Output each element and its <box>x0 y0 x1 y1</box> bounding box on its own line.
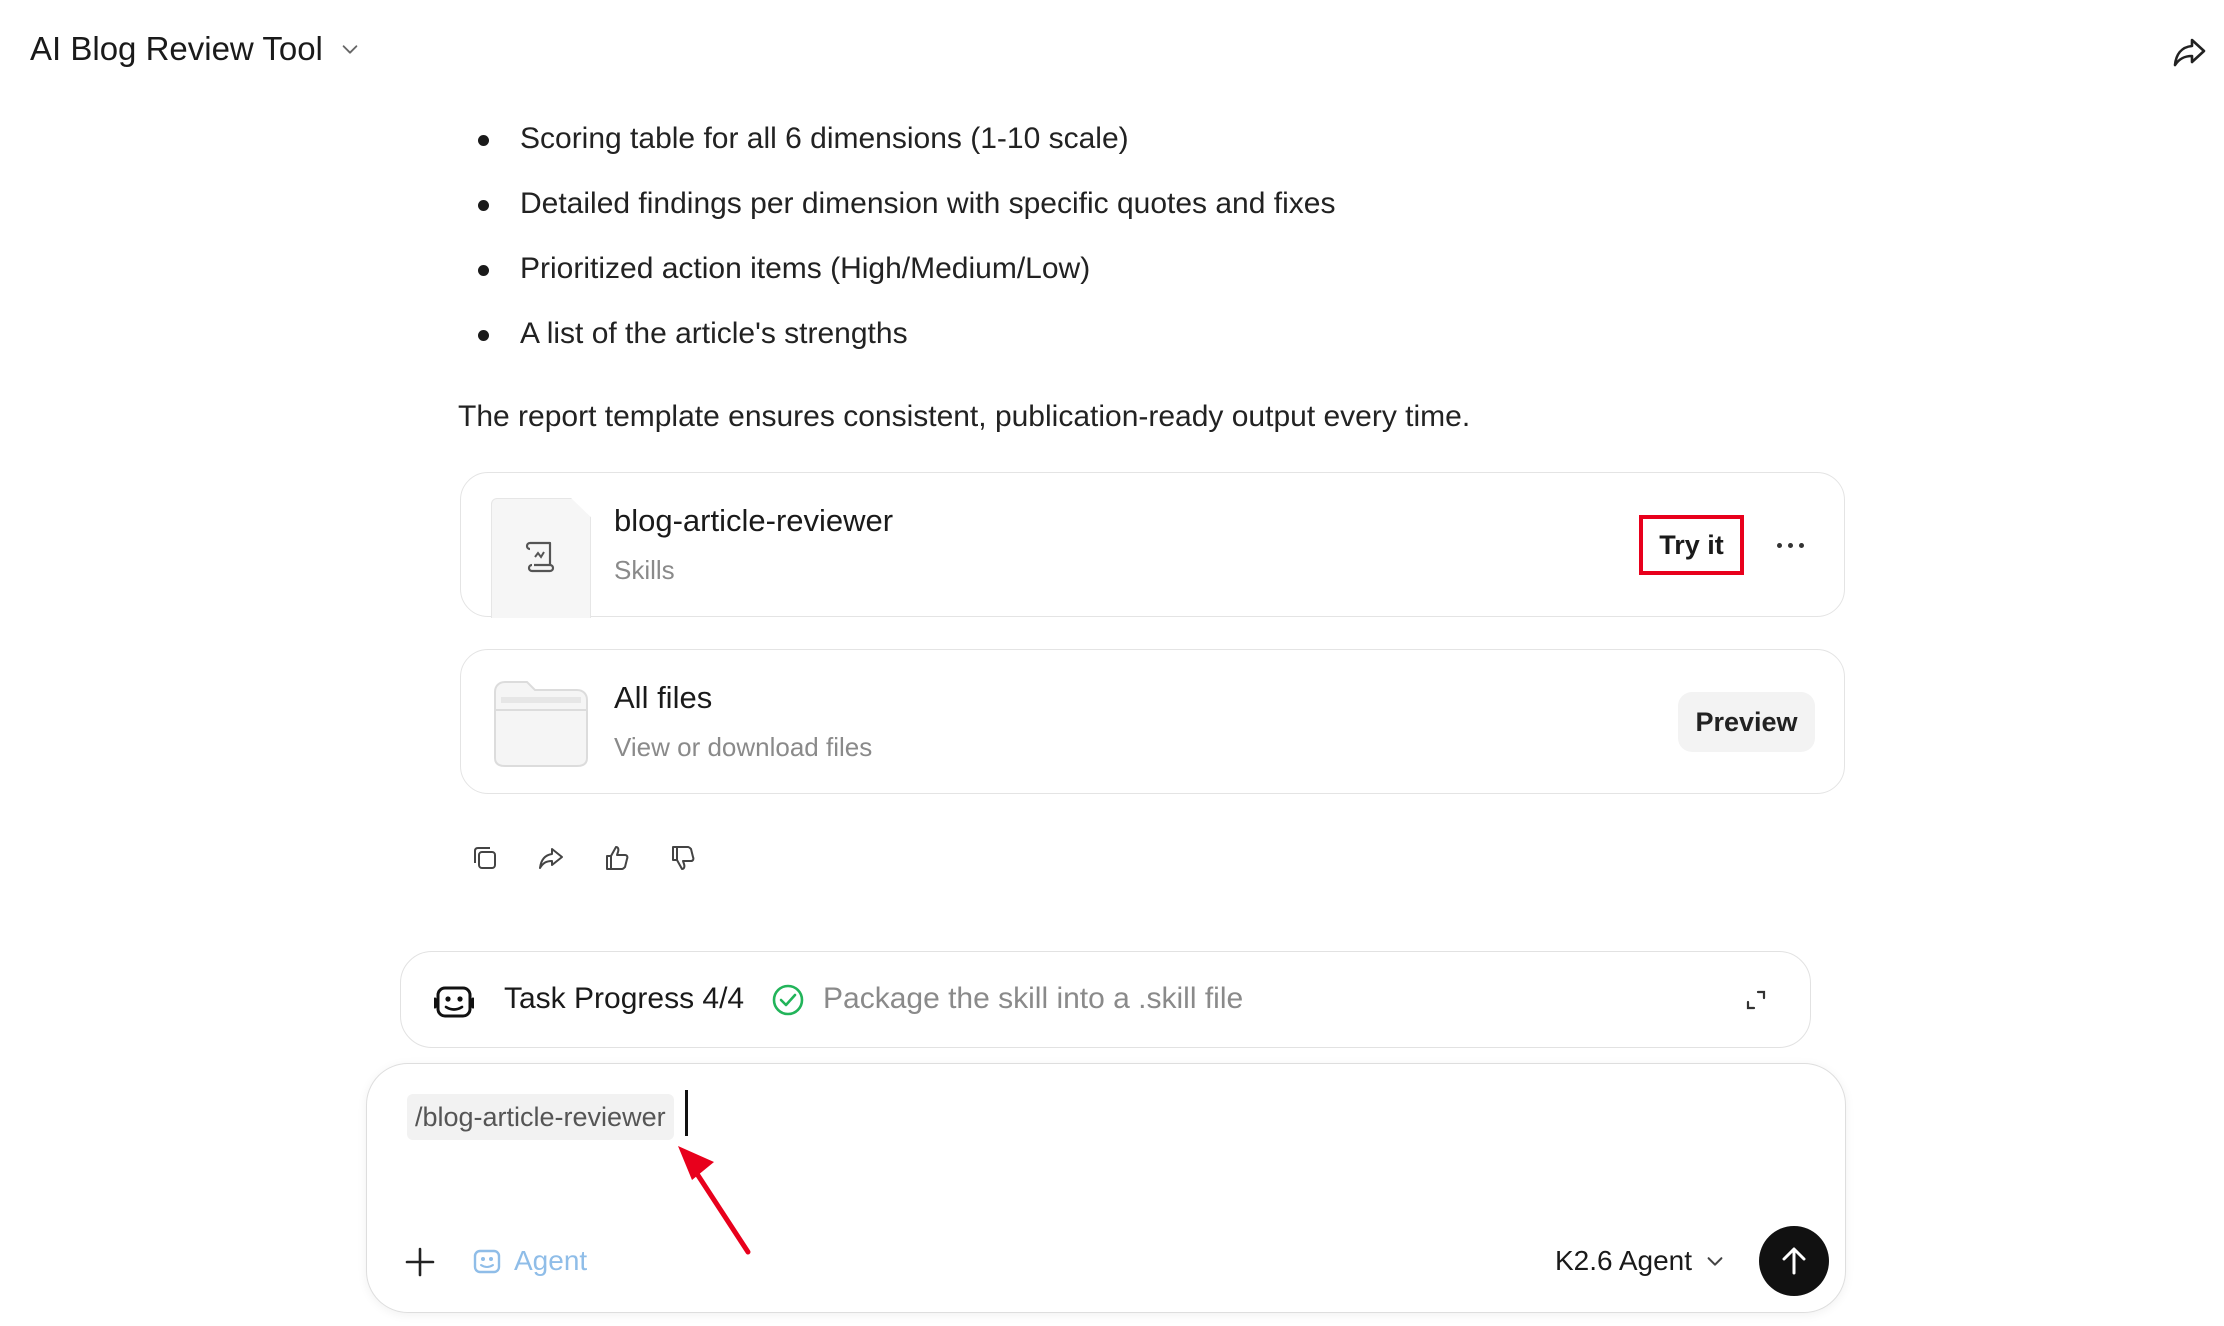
more-options-icon[interactable] <box>1766 527 1814 563</box>
task-progress-bar[interactable]: Task Progress 4/4 Package the skill into… <box>400 951 1811 1048</box>
message-actions <box>470 843 698 873</box>
share-icon[interactable] <box>536 843 566 873</box>
task-progress-label: Task Progress 4/4 <box>504 982 745 1015</box>
app-title-dropdown[interactable]: AI Blog Review Tool <box>30 30 361 68</box>
send-button[interactable] <box>1759 1226 1829 1296</box>
model-selector[interactable]: K2.6 Agent <box>1555 1245 1726 1277</box>
text-caret <box>685 1090 688 1136</box>
robot-icon <box>434 986 474 1018</box>
task-progress-step: Package the skill into a .skill file <box>823 982 1244 1015</box>
robot-icon <box>473 1249 501 1274</box>
files-title: All files <box>614 680 713 715</box>
chevron-down-icon <box>1707 1257 1723 1266</box>
agent-mode-label: Agent <box>514 1245 588 1276</box>
agent-mode-button[interactable]: Agent <box>472 1245 587 1277</box>
check-circle-icon <box>772 984 804 1016</box>
skill-card[interactable]: blog-article-reviewer Skills Try it <box>460 472 1845 618</box>
chevron-down-icon <box>342 45 358 54</box>
message-composer[interactable]: /blog-article-reviewer Agent K2.6 Agent <box>366 1063 1846 1313</box>
arrow-up-icon <box>1782 1247 1806 1275</box>
list-item: Scoring table for all 6 dimensions (1-10… <box>460 118 1335 183</box>
skill-subtitle: Skills <box>614 555 675 585</box>
expand-icon[interactable] <box>1744 988 1768 1012</box>
command-chip[interactable]: /blog-article-reviewer <box>407 1094 674 1140</box>
findings-list: Scoring table for all 6 dimensions (1-10… <box>460 118 1335 378</box>
folder-icon <box>494 681 588 767</box>
scroll-icon <box>525 541 555 573</box>
skill-file-icon <box>491 498 591 618</box>
summary-text: The report template ensures consistent, … <box>458 400 1471 433</box>
plus-icon[interactable] <box>402 1244 438 1280</box>
model-label: K2.6 Agent <box>1555 1245 1693 1276</box>
preview-button[interactable]: Preview <box>1678 692 1815 752</box>
list-item: A list of the article's strengths <box>460 313 1335 378</box>
list-item: Prioritized action items (High/Medium/Lo… <box>460 248 1335 313</box>
list-item: Detailed findings per dimension with spe… <box>460 183 1335 248</box>
files-subtitle: View or download files <box>614 732 873 762</box>
copy-icon[interactable] <box>470 843 500 873</box>
skill-title: blog-article-reviewer <box>614 503 894 538</box>
thumbs-up-icon[interactable] <box>602 843 632 873</box>
thumbs-down-icon[interactable] <box>668 843 698 873</box>
share-icon[interactable] <box>2170 32 2210 72</box>
files-card[interactable]: All files View or download files Preview <box>460 649 1845 794</box>
header: AI Blog Review Tool <box>0 0 2224 106</box>
app-title: AI Blog Review Tool <box>30 30 323 67</box>
try-it-button[interactable]: Try it <box>1639 515 1744 575</box>
